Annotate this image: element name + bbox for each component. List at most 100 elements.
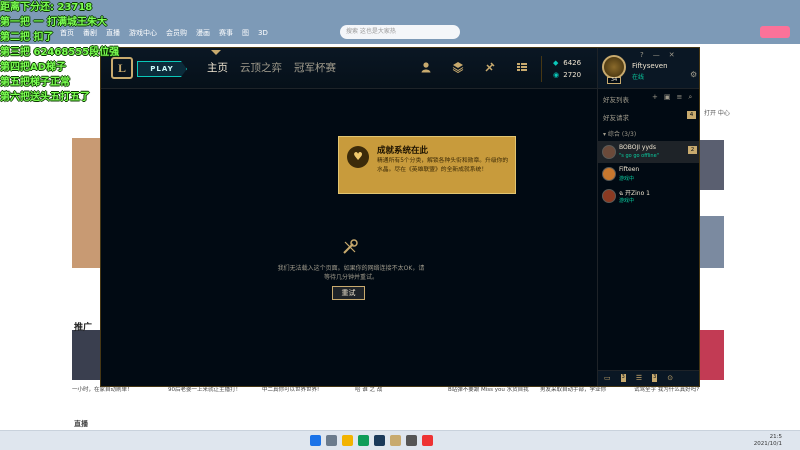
friend-status: 游戏中 — [619, 198, 635, 204]
sort-icon[interactable]: ≡ — [677, 93, 683, 102]
upload-button[interactable] — [760, 26, 790, 38]
riot-points-icon: ◉ — [553, 71, 560, 79]
tab-home[interactable]: 主页 — [207, 60, 228, 75]
friends-list-header: 好友列表 — [603, 96, 629, 104]
chat-icon[interactable]: ▭ — [604, 374, 611, 382]
app-icon[interactable] — [422, 435, 433, 446]
rp-value: 2720 — [563, 71, 582, 79]
tab-clash[interactable]: 冠军杯赛 — [294, 60, 336, 75]
overlay-line: 第五把梯子正常 — [0, 77, 70, 88]
search-icon[interactable]: ⌕ — [688, 93, 692, 102]
video-caption[interactable]: 一小时，在家自动刷单！ — [72, 386, 133, 394]
video-caption[interactable]: 男友采取自动手部，学业你 — [540, 386, 606, 394]
obs-icon[interactable] — [374, 435, 385, 446]
add-folder-icon[interactable]: ▣ — [664, 93, 671, 102]
friend-status: "s go go offline" — [619, 153, 659, 159]
header-divider — [541, 56, 542, 82]
loot-icon[interactable] — [483, 61, 497, 75]
username: Fiftyseven — [632, 62, 668, 70]
league-client-icon[interactable] — [390, 435, 401, 446]
browser-icon[interactable] — [358, 435, 369, 446]
error-message: 我们无法载入这个页面。如果你的网络连接不太OK，请等待几分钟并重试。 — [277, 265, 425, 281]
stream-overlay: 距离下分还: 23718 第一把 一 打满城王朱大 第二把 扣了 第三把 624… — [0, 0, 119, 105]
online-status[interactable]: 在线 — [632, 72, 644, 81]
store-icon[interactable] — [515, 61, 529, 75]
social-footer: ▭ 3 ☰ 3 ⊙ — [598, 370, 699, 386]
video-caption[interactable]: 哈 谁 之 战 — [355, 386, 382, 394]
side-link[interactable]: 打开 中心 — [704, 108, 730, 117]
start-icon[interactable] — [310, 435, 321, 446]
video-thumbnail[interactable] — [700, 216, 724, 268]
nav-item[interactable]: 图 — [242, 28, 249, 38]
system-clock[interactable]: 21:5 2021/10/1 — [754, 434, 782, 448]
video-thumbnail[interactable] — [72, 138, 100, 268]
wrench-icon — [341, 238, 359, 256]
level-badge: 34 — [607, 77, 621, 84]
message-badge: 2 — [688, 146, 697, 154]
friend-group-header[interactable]: ▾ 综合 (3/3) — [603, 129, 636, 138]
friend-item[interactable]: ฉ 开Zino 1 游戏中 — [598, 185, 699, 207]
mission-badge: 3 — [652, 374, 658, 382]
chat-badge: 3 — [620, 374, 626, 382]
friend-avatar — [602, 189, 616, 203]
nav-item[interactable]: 3D — [258, 29, 268, 37]
friend-name: BOBOJI yyds — [619, 144, 656, 151]
friend-item[interactable]: Fifteen 游戏中 — [598, 163, 699, 185]
video-caption[interactable]: 中二真你可以世界世界! — [262, 386, 319, 394]
blue-essence-value: 6426 — [563, 59, 582, 67]
search-icon[interactable] — [326, 435, 337, 446]
overlay-line: 第六把送头五打五了 — [0, 92, 90, 103]
retry-button[interactable]: 重试 — [332, 286, 365, 300]
folder-icon[interactable] — [342, 435, 353, 446]
avatar[interactable] — [602, 55, 626, 79]
achievement-banner[interactable]: ♥ 成就系统在此 精通所有5个分类，解锁各种头衔和勋章。升级你的水晶。尽在《英雄… — [338, 136, 516, 194]
nav-item[interactable]: 赛事 — [219, 28, 233, 38]
friend-status: 游戏中 — [619, 176, 635, 182]
overlay-line: 第三把 62468555段位强 — [0, 47, 120, 58]
friend-item[interactable]: BOBOJI yyds "s go go offline" 2 — [598, 141, 699, 163]
video-thumbnail[interactable] — [72, 330, 100, 380]
minimize-button[interactable]: — — [653, 51, 660, 59]
video-thumbnail[interactable] — [700, 330, 724, 380]
video-thumbnail[interactable] — [700, 140, 724, 190]
nav-item[interactable]: 游戏中心 — [129, 28, 157, 38]
mission-icon[interactable]: ☰ — [636, 374, 642, 382]
profile-summary[interactable]: 34 ? — ✕ Fiftyseven 在线 ⚙ — [598, 48, 699, 89]
clock-time: 21:5 — [769, 434, 782, 440]
section-heading: 直播 — [74, 420, 88, 428]
collection-icon[interactable] — [451, 61, 465, 75]
social-panel: 34 ? — ✕ Fiftyseven 在线 ⚙ 好友列表 + ▣ ≡ ⌕ 好友… — [597, 48, 699, 386]
header-icon-group — [419, 61, 529, 75]
friends-toolbar: + ▣ ≡ ⌕ — [652, 93, 692, 102]
active-tab-indicator-icon — [211, 50, 221, 55]
clock-date: 2021/10/1 — [753, 441, 782, 447]
friend-avatar — [602, 145, 616, 159]
help-icon[interactable]: ⊙ — [667, 374, 673, 382]
nav-item[interactable]: 漫画 — [196, 28, 210, 38]
video-caption[interactable]: 试驾全字 我为什么真好吗? — [634, 386, 699, 394]
home-content: ♥ 成就系统在此 精通所有5个分类，解锁各种头衔和勋章。升级你的水晶。尽在《英雄… — [101, 89, 597, 386]
blue-essence-icon: ◆ — [553, 59, 559, 67]
gear-icon[interactable]: ⚙ — [690, 70, 697, 79]
close-button[interactable]: ✕ — [669, 51, 675, 59]
section-heading: 推广 — [74, 323, 93, 333]
friend-requests-label[interactable]: 好友请求 — [603, 112, 629, 122]
video-caption[interactable]: B站弹不要跟 Miss you 水货自我 — [448, 386, 529, 394]
taskbar: 21:5 2021/10/1 — [0, 430, 800, 450]
tab-tft[interactable]: 云顶之弈 — [240, 60, 282, 75]
heart-icon: ♥ — [347, 146, 369, 168]
lol-client-window: L PLAY 主页 云顶之弈 冠军杯赛 ◆ 6426 ◉ 2720 ♥ 成就系统… — [100, 47, 700, 387]
play-button[interactable]: PLAY — [137, 61, 187, 77]
help-button[interactable]: ? — [640, 51, 644, 59]
currency-panel[interactable]: ◆ 6426 ◉ 2720 — [553, 57, 581, 81]
video-caption[interactable]: 90后老婆一上来就让主播打！ — [168, 386, 241, 394]
add-friend-icon[interactable]: + — [652, 93, 658, 102]
nav-item[interactable]: 会员购 — [166, 28, 187, 38]
overlay-line: 第二把 扣了 — [0, 32, 54, 43]
app-icon[interactable] — [406, 435, 417, 446]
browser-search-input[interactable]: 搜索 这也是大家热 — [340, 25, 460, 39]
footer-icons: ▭ 3 ☰ 3 ⊙ — [604, 374, 673, 382]
achievement-title: 成就系统在此 — [377, 146, 429, 156]
window-controls: ? — ✕ — [640, 51, 675, 59]
profile-icon[interactable] — [419, 61, 433, 75]
